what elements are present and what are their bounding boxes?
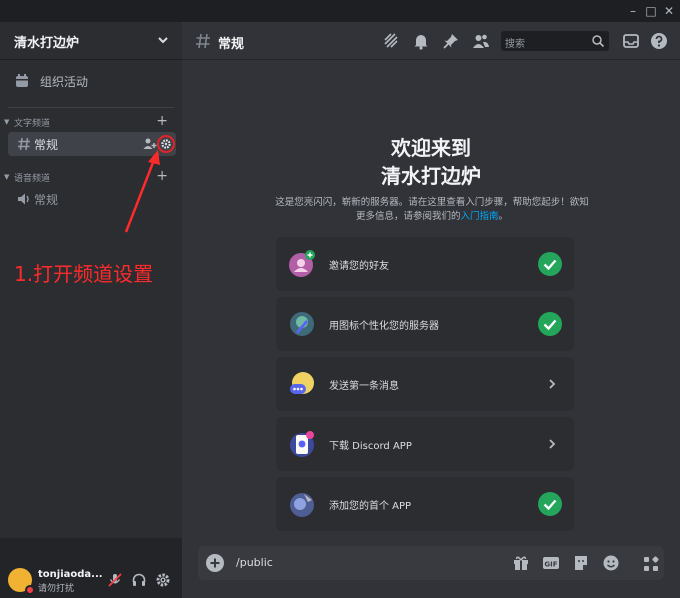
welcome-title-line1: 欢迎来到 [391, 136, 471, 160]
checklist-add-app[interactable]: 添加您的首个 APP [276, 477, 574, 531]
speaker-icon [18, 193, 29, 205]
getting-started-link[interactable]: 入门指南 [460, 211, 498, 222]
username[interactable]: tonjiaoda... [38, 569, 103, 580]
minimize-icon[interactable]: – [624, 2, 642, 20]
channel-label: 常规 [34, 138, 59, 152]
sidebar-item-text-channel[interactable]: 常规 [8, 132, 176, 156]
message-composer[interactable]: /public GIF [198, 546, 664, 580]
welcome-desc-text: 这是您亮闪闪，崭新的服务器。请在这里查看入门步骤，帮助您起步！欲知更多信息，请参… [275, 197, 589, 222]
server-name: 清水打边炉 [14, 36, 80, 51]
close-icon[interactable]: ✕ [660, 2, 678, 20]
inbox-icon[interactable] [622, 32, 640, 50]
attach-plus-icon[interactable] [206, 554, 224, 572]
events-item[interactable]: 组织活动 [8, 68, 174, 94]
apps-icon[interactable] [642, 555, 660, 573]
checklist-send-message[interactable]: 发送第一条消息 [276, 357, 574, 411]
mic-muted-icon[interactable] [107, 572, 123, 588]
user-status: 请勿打扰 [38, 584, 75, 594]
download-app-icon [290, 431, 314, 457]
checklist-personalize-server[interactable]: 用图标个性化您的服务器 [276, 297, 574, 351]
chevron-down-icon: ▼ [4, 173, 10, 181]
checklist-label: 添加您的首个 APP [329, 501, 412, 512]
dnd-status-icon [25, 585, 35, 595]
checkmark-icon [538, 492, 562, 516]
checklist-invite-friends[interactable]: 邀请您的好友 [276, 237, 574, 291]
checkmark-icon [538, 312, 562, 336]
gear-icon [161, 139, 171, 149]
category-label: 文字频道 [14, 119, 51, 129]
checklist-download-app[interactable]: 下载 Discord APP [276, 417, 574, 471]
chevron-down-icon: ▼ [4, 118, 10, 126]
channel-sidebar: 清水打边炉 组织活动 ▼ 文字频道 + 常规 ▼ 语音频道 + 常规 1.打开频… [0, 22, 182, 598]
gif-icon[interactable]: GIF [542, 554, 560, 572]
channel-header: 常规 搜索 [182, 22, 680, 60]
chevron-right-icon [549, 379, 556, 389]
sidebar-divider [8, 107, 174, 108]
search-input[interactable]: 搜索 [501, 31, 609, 51]
pin-icon[interactable] [442, 32, 460, 50]
channel-title: 常规 [218, 37, 245, 52]
events-label: 组织活动 [40, 75, 89, 89]
message-input[interactable]: /public [236, 556, 273, 569]
checklist-label: 发送第一条消息 [329, 381, 399, 392]
welcome-description: 这是您亮闪闪，崭新的服务器。请在这里查看入门步骤，帮助您起步！欲知更多信息，请参… [272, 196, 592, 224]
category-label: 语音频道 [14, 174, 51, 184]
checkmark-icon [538, 252, 562, 276]
maximize-icon[interactable]: □ [642, 2, 660, 20]
search-placeholder: 搜索 [505, 39, 525, 50]
bell-icon[interactable] [412, 32, 430, 50]
emoji-icon[interactable] [602, 554, 620, 572]
chevron-down-icon [158, 37, 168, 44]
checklist-label: 用图标个性化您的服务器 [329, 321, 439, 332]
threads-icon[interactable] [382, 32, 400, 50]
main-content: 常规 搜索 欢迎来到 清水打边炉 这是您亮闪闪，崭新的服务器。请在这里查看入门步… [182, 22, 680, 598]
search-icon [592, 35, 605, 48]
add-member-icon[interactable] [143, 137, 157, 151]
category-text-channels[interactable]: ▼ 文字频道 + [4, 113, 178, 130]
hash-icon [196, 33, 210, 49]
invite-friends-icon [289, 250, 315, 277]
user-settings-gear-icon[interactable] [155, 572, 171, 588]
help-icon[interactable] [650, 32, 668, 50]
channel-settings-button[interactable] [157, 135, 175, 153]
channel-label: 常规 [34, 193, 59, 207]
hash-icon [18, 137, 30, 151]
user-panel: tonjiaoda... 请勿打扰 [0, 538, 182, 598]
headphones-icon[interactable] [131, 572, 147, 588]
annotation-text: 1.打开频道设置 [14, 262, 154, 286]
checklist-label: 下载 Discord APP [329, 441, 412, 452]
server-header[interactable]: 清水打边炉 [0, 22, 182, 60]
gift-icon[interactable] [512, 554, 530, 572]
checklist-label: 邀请您的好友 [329, 261, 389, 272]
sidebar-item-voice-channel[interactable]: 常规 [8, 187, 176, 211]
category-voice-channels[interactable]: ▼ 语音频道 + [4, 168, 178, 185]
chevron-right-icon [549, 439, 556, 449]
welcome-title-line2: 清水打边炉 [381, 164, 481, 188]
calendar-icon [16, 74, 28, 87]
add-channel-icon[interactable]: + [156, 113, 168, 129]
window-titlebar: – □ ✕ [0, 0, 680, 22]
personalize-server-icon [290, 312, 314, 336]
svg-text:GIF: GIF [544, 561, 557, 569]
add-app-icon [290, 493, 314, 517]
send-message-icon [290, 372, 314, 394]
welcome-desc-end: 。 [498, 211, 509, 222]
sticker-icon[interactable] [572, 554, 590, 572]
members-icon[interactable] [472, 32, 490, 50]
add-channel-icon[interactable]: + [156, 168, 168, 184]
